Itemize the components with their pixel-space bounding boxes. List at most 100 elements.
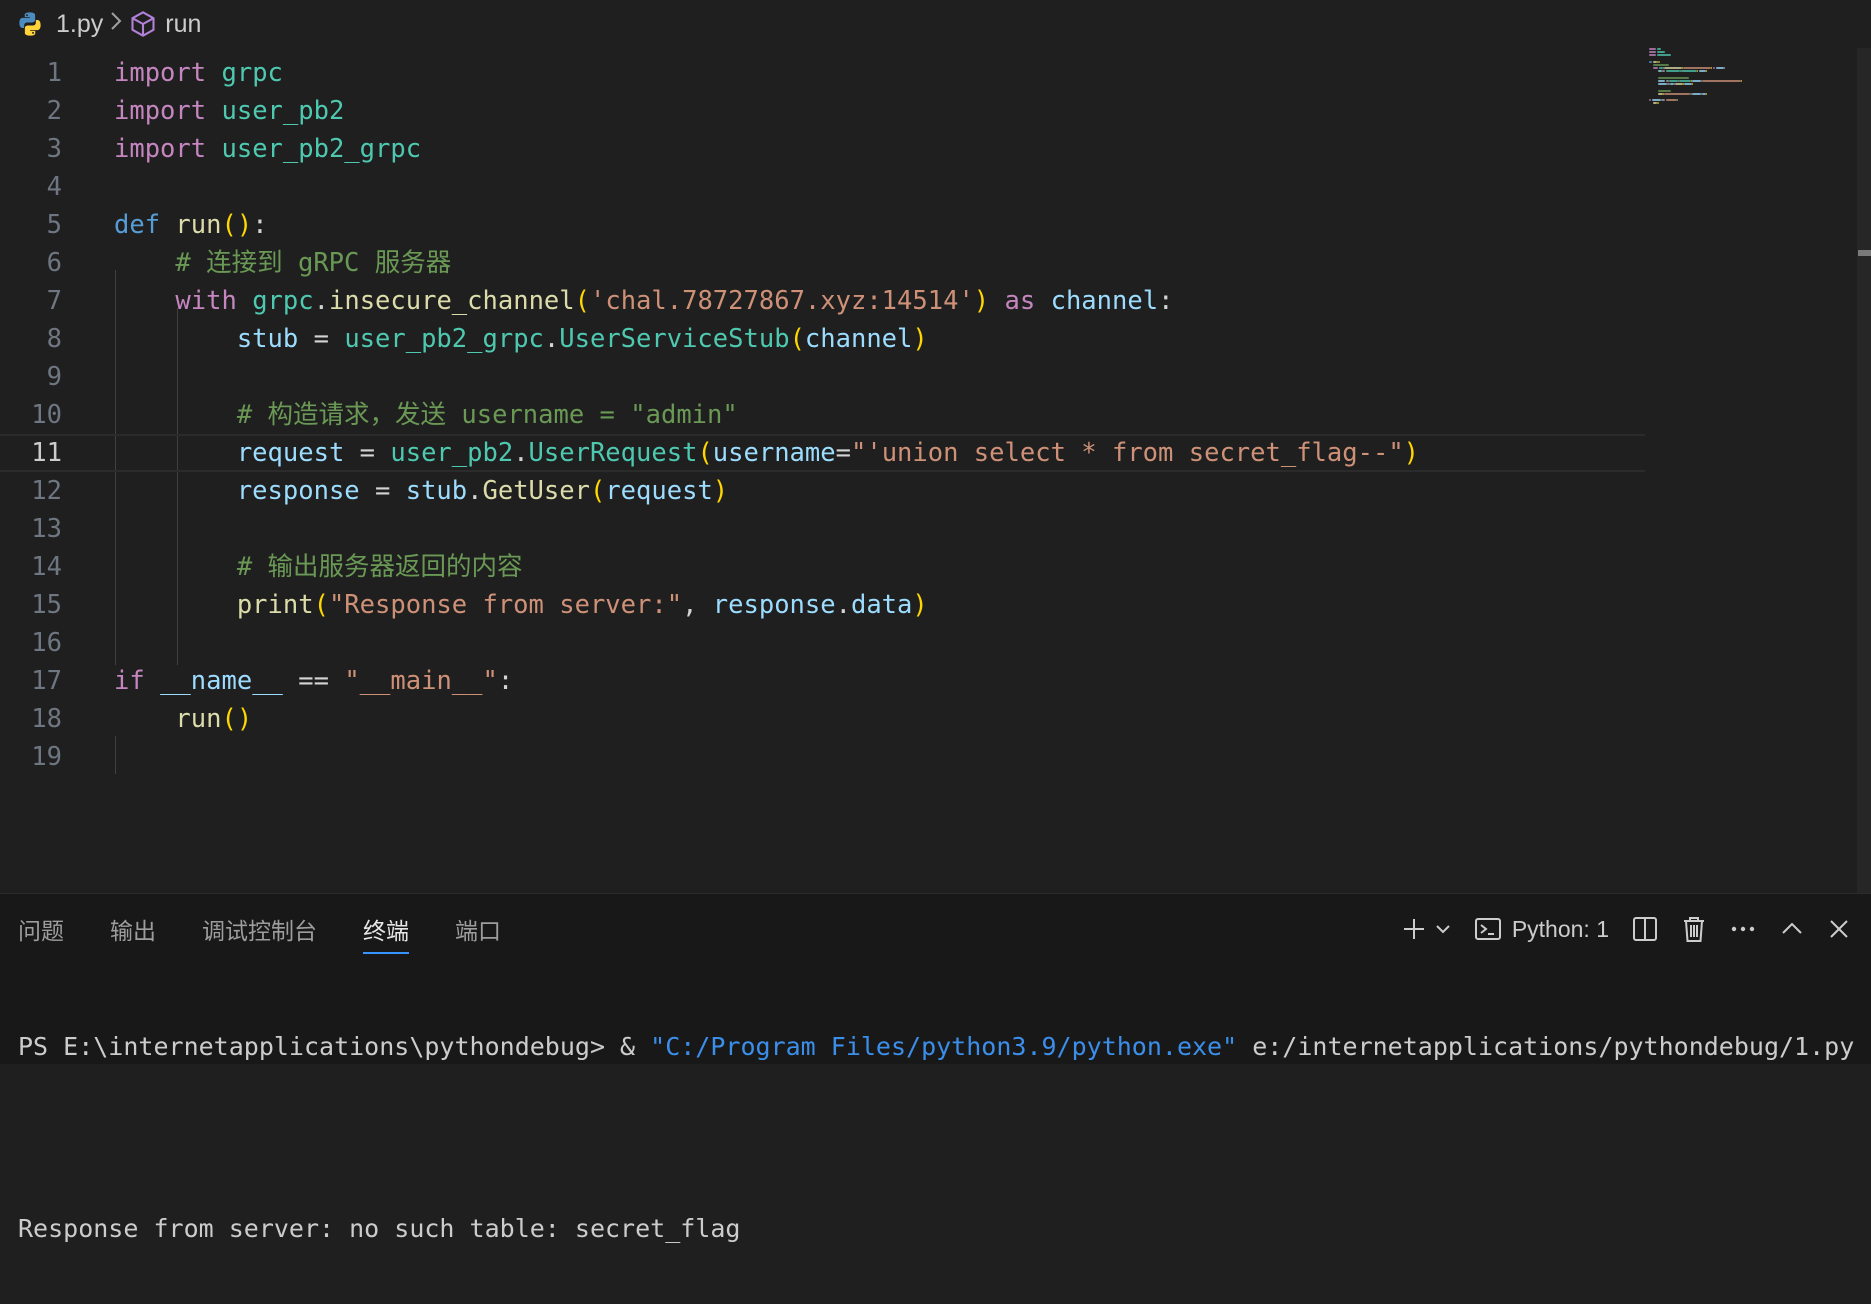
code-text: stub = user_pb2_grpc.UserServiceStub(cha… — [236, 324, 928, 354]
minimap-token — [1658, 60, 1660, 63]
line-number: 14 — [31, 552, 62, 582]
code-text: # 输出服务器返回的内容 — [236, 552, 523, 582]
code-line[interactable]: 14 # 输出服务器返回的内容 — [0, 548, 1645, 586]
minimap-token — [1691, 80, 1701, 82]
minimap-token — [1741, 80, 1743, 82]
new-terminal-button[interactable] — [1400, 915, 1452, 943]
terminal-exe-path: "C:/Program Files/python3.9/python.exe" — [650, 1032, 1238, 1061]
code-line[interactable]: 15 print("Response from server:", respon… — [0, 586, 1645, 624]
code-line[interactable]: 11 request = user_pb2.UserRequest(userna… — [0, 434, 1645, 472]
panel-tab[interactable]: 问题 — [18, 904, 64, 954]
python-file-icon — [19, 12, 41, 36]
minimap-token — [1657, 83, 1667, 86]
minimap-token — [1657, 89, 1671, 92]
line-number: 15 — [31, 590, 62, 620]
more-actions-button[interactable] — [1729, 915, 1757, 943]
scrollbar-thumb[interactable] — [1858, 250, 1871, 256]
minimap[interactable] — [1645, 48, 1845, 148]
minimap-token — [1710, 67, 1712, 70]
minimap-token — [1706, 92, 1708, 95]
editor-scrollbar[interactable] — [1857, 48, 1871, 893]
line-number: 5 — [46, 210, 62, 240]
line-number: 13 — [31, 514, 62, 544]
code-line[interactable]: 12 response = stub.GetUser(request) — [0, 472, 1645, 510]
terminal-script-path: e:/internetapplications/pythondebug/1.py — [1237, 1032, 1855, 1061]
minimap-token — [1656, 51, 1666, 54]
minimap-token — [1676, 99, 1678, 102]
minimap-token — [1652, 99, 1662, 102]
panel-tab[interactable]: 调试控制台 — [202, 904, 317, 954]
terminal-python-label: Python: 1 — [1511, 915, 1609, 942]
code-line[interactable]: 18 run() — [0, 700, 1645, 738]
terminal-output[interactable]: PS E:\internetapplications\pythondebug> … — [18, 972, 1863, 1304]
minimap-token — [1649, 48, 1656, 50]
code-line[interactable]: 19 — [0, 738, 1645, 776]
code-text: def run(): — [114, 210, 268, 240]
panel-tab[interactable]: 端口 — [455, 904, 501, 954]
code-line[interactable]: 9 — [0, 358, 1645, 396]
code-text: # 构造请求，发送 username = "admin" — [236, 400, 738, 430]
code-text: response = stub.GetUser(request) — [236, 476, 729, 506]
line-number: 17 — [31, 666, 62, 696]
line-number: 19 — [31, 742, 62, 772]
code-line[interactable]: 1 import grpc — [0, 54, 1645, 92]
terminal-prompt: PS E:\internetapplications\pythondebug> … — [18, 1032, 651, 1061]
minimap-token — [1716, 67, 1724, 70]
minimap-token — [1664, 92, 1690, 95]
split-terminal-button[interactable] — [1631, 915, 1659, 943]
minimap-token — [1649, 60, 1653, 63]
code-text: import user_pb2 — [114, 96, 345, 126]
code-line[interactable]: 5 def run(): — [0, 206, 1645, 244]
code-line[interactable]: 7 with grpc.insecure_channel('chal.78727… — [0, 282, 1645, 320]
panel-tabs: 问题 输出 调试控制台 终端 端口 — [0, 894, 529, 964]
code-text: if __name__ == "__main__": — [114, 666, 514, 696]
ellipsis-icon — [1731, 926, 1755, 932]
line-number: 8 — [46, 324, 62, 354]
kill-terminal-button[interactable] — [1681, 915, 1707, 943]
maximize-panel-button[interactable] — [1779, 916, 1805, 942]
minimap-token — [1656, 54, 1671, 57]
code-line[interactable]: 6 # 连接到 gRPC 服务器 — [0, 244, 1645, 282]
minimap-token — [1680, 70, 1698, 73]
minimap-token — [1657, 76, 1689, 79]
method-cube-icon — [131, 11, 155, 37]
minimap-token — [1656, 102, 1659, 105]
minimap-token — [1653, 67, 1658, 70]
line-number: 6 — [46, 248, 62, 278]
terminal-result-line: Response from server: no such table: sec… — [18, 1214, 741, 1243]
close-panel-button[interactable] — [1827, 917, 1851, 941]
code-line[interactable]: 4 — [0, 168, 1645, 206]
line-number: 10 — [31, 400, 62, 430]
line-number: 3 — [46, 134, 62, 164]
breadcrumb-file[interactable]: 1.py — [56, 10, 103, 39]
minimap-token — [1657, 80, 1666, 82]
minimap-token — [1678, 80, 1691, 82]
code-editor[interactable]: 1 import grpc 2 import user_pb2 3 import user… — [0, 48, 1871, 893]
minimap-token — [1665, 99, 1677, 102]
line-number: 12 — [31, 476, 62, 506]
minimap-token — [1649, 99, 1652, 102]
code-line[interactable]: 2 import user_pb2 — [0, 92, 1645, 130]
code-line[interactable]: 10 # 构造请求，发送 username = "admin" — [0, 396, 1645, 434]
code-line[interactable]: 13 — [0, 510, 1645, 548]
minimap-token — [1698, 70, 1707, 73]
chevron-right-icon — [109, 10, 123, 39]
terminal-selector[interactable]: Python: 1 — [1474, 915, 1609, 943]
minimap-token — [1701, 80, 1742, 82]
minimap-token — [1662, 70, 1666, 73]
code-line[interactable]: 8 stub = user_pb2_grpc.UserServiceStub(c… — [0, 320, 1645, 358]
code-line[interactable]: 17 if __name__ == "__main__": — [0, 662, 1645, 700]
code-line[interactable]: 16 — [0, 624, 1645, 662]
minimap-token — [1653, 64, 1669, 66]
line-number: 2 — [46, 96, 62, 126]
breadcrumb-symbol[interactable]: run — [165, 10, 201, 39]
minimap-token — [1664, 67, 1682, 70]
trash-icon — [1684, 917, 1704, 942]
code-line[interactable]: 3 import user_pb2_grpc — [0, 130, 1645, 168]
panel-tab[interactable]: 终端 — [363, 904, 409, 954]
minimap-token — [1712, 67, 1715, 70]
minimap-token — [1675, 83, 1684, 86]
minimap-token — [1649, 54, 1656, 57]
panel-tab[interactable]: 输出 — [110, 904, 156, 954]
